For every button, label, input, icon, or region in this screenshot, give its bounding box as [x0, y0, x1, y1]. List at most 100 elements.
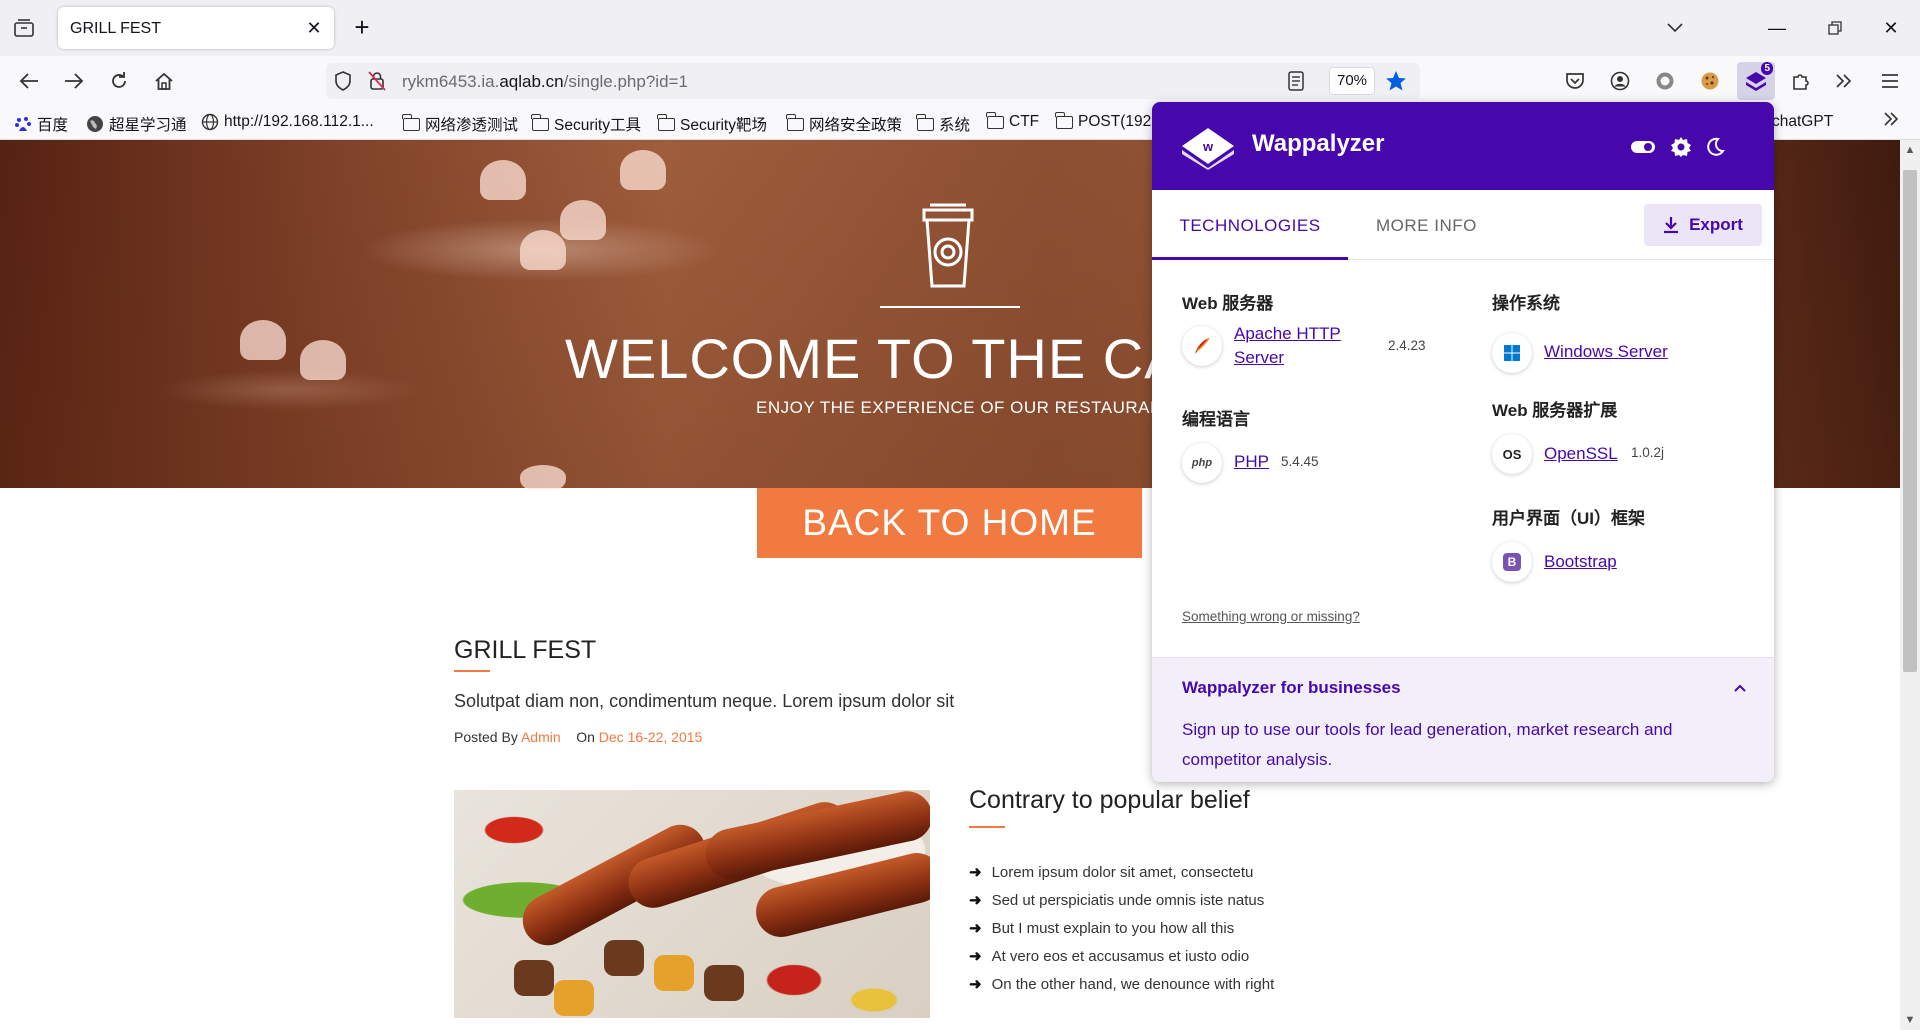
bookmark-folder-system[interactable]: 系统: [916, 113, 970, 135]
back-arrow-icon[interactable]: [14, 66, 44, 96]
bookmark-label: chatGPT: [1772, 113, 1834, 130]
bookmark-folder-chatgpt[interactable]: chatGPT: [1772, 113, 1833, 131]
kebab-shape: [514, 960, 554, 996]
kebab-shape: [604, 940, 644, 976]
list-item-text: At vero eos et accusamus et iusto odio: [991, 947, 1250, 965]
wappalyzer-extension-icon[interactable]: 5: [1737, 62, 1775, 100]
tech-link-php[interactable]: PHP: [1234, 450, 1269, 474]
overflow-menu-icon[interactable]: [1829, 66, 1859, 96]
wappalyzer-brand: Wappalyzer: [1252, 130, 1385, 157]
kebab-shape: [704, 965, 744, 1001]
lamp-decoration: [520, 465, 566, 489]
bookmark-folder-pentest[interactable]: 网络渗透测试: [402, 113, 518, 135]
bookmark-star-icon[interactable]: [1385, 70, 1407, 97]
account-icon[interactable]: [1605, 66, 1635, 96]
browser-tab-active[interactable]: GRILL FEST ✕: [58, 7, 334, 49]
grill-food-image: [454, 790, 930, 1018]
bookmark-label: 百度: [37, 117, 69, 134]
tech-link-openssl[interactable]: OpenSSL: [1544, 442, 1618, 466]
settings-gear-icon[interactable]: [1668, 134, 1694, 160]
url-text[interactable]: rykm6453.ia.aqlab.cn/single.php?id=1: [402, 72, 688, 92]
wappalyzer-header: w Wappalyzer: [1152, 102, 1774, 190]
lamp-decoration: [300, 340, 346, 380]
lamp-decoration: [560, 200, 606, 240]
arrow-right-icon: ➜: [969, 864, 982, 881]
list-item-text: But I must explain to you how all this: [991, 919, 1235, 937]
feature-list: ➜ Lorem ipsum dolor sit amet, consectetu …: [969, 858, 1274, 998]
insecure-lock-icon[interactable]: [368, 71, 386, 96]
scroll-down-icon[interactable]: ▼: [1904, 1014, 1916, 1026]
home-icon[interactable]: [149, 66, 179, 96]
export-button[interactable]: Export: [1644, 204, 1762, 246]
bookmarks-overflow-icon[interactable]: [1882, 111, 1900, 127]
scroll-up-icon[interactable]: ▲: [1904, 144, 1916, 156]
page-scrollbar[interactable]: ▲ ▼: [1900, 140, 1920, 1030]
bookmark-label: 超星学习通: [109, 117, 187, 134]
tech-version: 5.4.45: [1281, 454, 1319, 469]
arrow-right-icon: ➜: [969, 920, 982, 937]
tech-link-windows-server[interactable]: Windows Server: [1544, 340, 1668, 364]
bookmark-folder-security-tools[interactable]: Security工具: [531, 113, 641, 135]
bookmark-folder-policy[interactable]: 网络安全政策: [786, 113, 903, 135]
bookmark-label: 网络安全政策: [809, 117, 903, 134]
bookmark-folder-post[interactable]: POST(192.: [1055, 111, 1156, 131]
folder-icon: [402, 113, 420, 131]
chevron-up-icon[interactable]: [1730, 678, 1750, 698]
kebab-shape: [654, 955, 694, 991]
svg-text:w: w: [1202, 139, 1214, 154]
list-all-tabs-icon[interactable]: [1660, 14, 1690, 42]
close-window-icon[interactable]: ✕: [1876, 14, 1906, 42]
back-to-home-button[interactable]: BACK TO HOME: [757, 488, 1142, 558]
zoom-level-badge[interactable]: 70%: [1329, 67, 1375, 95]
url-bar[interactable]: rykm6453.ia.aqlab.cn/single.php?id=1 70%: [326, 63, 1420, 99]
extension-badge: 5: [1761, 62, 1773, 75]
post-meta: Posted By Admin On Dec 16-22, 2015: [454, 729, 702, 745]
list-item: ➜ On the other hand, we denounce with rig…: [969, 970, 1274, 998]
bookmark-folder-security-range[interactable]: Security靶场: [657, 113, 767, 135]
cookie-icon[interactable]: [1695, 66, 1725, 96]
business-title[interactable]: Wappalyzer for businesses: [1182, 678, 1401, 698]
lamp-decoration: [620, 150, 666, 190]
pocket-icon[interactable]: [1560, 66, 1590, 96]
forward-arrow-icon[interactable]: [59, 66, 89, 96]
author-link[interactable]: Admin: [521, 729, 561, 745]
business-description: Sign up to use our tools for lead genera…: [1182, 720, 1673, 769]
wappalyzer-tabs: TECHNOLOGIES MORE INFO Export: [1152, 190, 1774, 260]
reader-view-icon[interactable]: [1288, 71, 1304, 96]
bookmark-label: Security靶场: [680, 117, 767, 134]
extension-circle-icon[interactable]: [1650, 66, 1680, 96]
toggle-icon[interactable]: [1630, 134, 1656, 160]
list-item: ➜ Sed ut perspiciatis unde omnis iste nat…: [969, 886, 1274, 914]
shield-icon[interactable]: [334, 71, 352, 96]
bookmark-chaoxing[interactable]: 超星学习通: [86, 113, 187, 135]
bootstrap-icon: B: [1492, 542, 1532, 582]
bookmark-folder-ctf[interactable]: CTF: [986, 111, 1039, 131]
section-title-underline: [969, 826, 1005, 828]
scroll-thumb[interactable]: [1903, 170, 1917, 672]
date-link[interactable]: Dec 16-22, 2015: [599, 729, 703, 745]
minimize-icon[interactable]: —: [1762, 14, 1792, 42]
tab-technologies[interactable]: TECHNOLOGIES: [1152, 190, 1348, 260]
tech-version: 2.4.23: [1388, 338, 1426, 353]
globe-icon: [87, 116, 103, 132]
apache-feather-icon: [1182, 326, 1222, 366]
dark-mode-moon-icon[interactable]: [1702, 134, 1728, 160]
tab-close-icon[interactable]: ✕: [304, 18, 324, 38]
tab-list-icon[interactable]: [10, 14, 38, 42]
new-tab-icon[interactable]: +: [348, 14, 376, 42]
tech-name-line: Server: [1234, 348, 1285, 367]
post-title-underline: [454, 670, 490, 672]
bookmark-ip[interactable]: http://192.168.112.1...: [201, 113, 374, 131]
tech-link-bootstrap[interactable]: Bootstrap: [1544, 550, 1617, 574]
folder-icon: [657, 113, 675, 131]
hamburger-menu-icon[interactable]: [1875, 66, 1905, 96]
reload-icon[interactable]: [104, 66, 134, 96]
tab-more-info[interactable]: MORE INFO: [1376, 190, 1477, 260]
windows-logo-icon: [1492, 333, 1532, 373]
bookmark-baidu[interactable]: 百度: [14, 113, 68, 135]
download-icon: [1664, 217, 1679, 234]
tech-link-apache[interactable]: Apache HTTP Server: [1234, 322, 1341, 370]
restore-icon[interactable]: [1820, 14, 1850, 42]
something-wrong-link[interactable]: Something wrong or missing?: [1182, 609, 1360, 624]
extensions-puzzle-icon[interactable]: [1786, 66, 1816, 96]
